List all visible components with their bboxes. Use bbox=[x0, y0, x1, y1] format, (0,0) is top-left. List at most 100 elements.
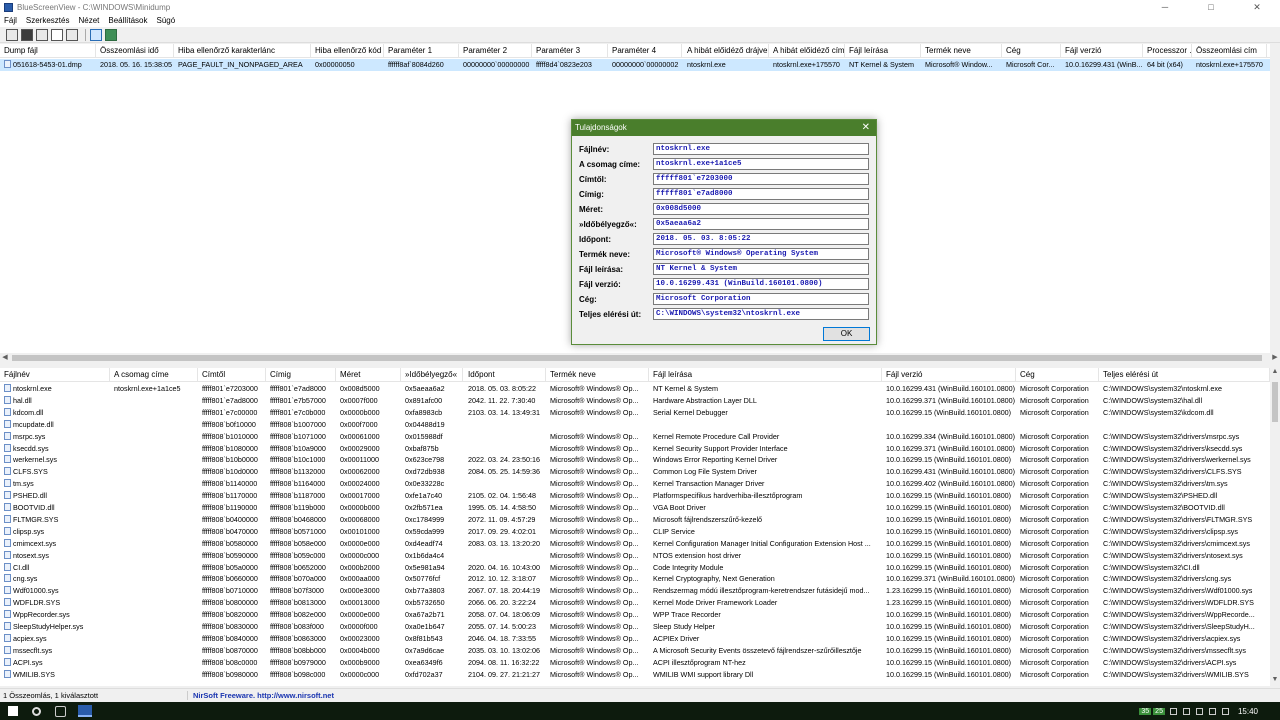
table-row[interactable]: werkernel.sys fffff808`b10b0000 fffff808`b… bbox=[0, 454, 1270, 466]
table-row[interactable]: cng.sys fffff808`b0660000 fffff808`b070a00… bbox=[0, 573, 1270, 585]
table-row[interactable]: ksecdd.sys fffff808`b1080000 fffff808`b10a… bbox=[0, 443, 1270, 455]
table-row[interactable]: BOOTVID.dll fffff808`b1190000 fffff808`b11… bbox=[0, 502, 1270, 514]
field-value[interactable]: NT Kernel & System bbox=[653, 263, 869, 275]
column-header[interactable]: Hiba ellenőrző kód bbox=[311, 44, 384, 58]
table-row[interactable]: mcupdate.dll fffff808`b0f10000 fffff808`b1… bbox=[0, 419, 1270, 431]
table-row[interactable]: tm.sys fffff808`b1140000 fffff808`b1164000… bbox=[0, 478, 1270, 490]
table-row[interactable]: CI.dll fffff808`b05a0000 fffff808`b0652000… bbox=[0, 562, 1270, 574]
column-header[interactable]: Méret bbox=[336, 368, 401, 382]
column-header[interactable]: Cég bbox=[1016, 368, 1099, 382]
table-row[interactable]: WMILIB.SYS fffff808`b0980000 fffff808`b098… bbox=[0, 669, 1270, 681]
column-header[interactable]: Termék neve bbox=[546, 368, 649, 382]
table-row[interactable]: msrpc.sys fffff808`b1010000 fffff808`b1071… bbox=[0, 431, 1270, 443]
copy-icon[interactable] bbox=[51, 28, 63, 41]
minimize-button[interactable]: ─ bbox=[1142, 0, 1188, 14]
table-row[interactable]: acpiex.sys fffff808`b0840000 fffff808`b086… bbox=[0, 633, 1270, 645]
table-row[interactable]: ntoskrnl.exe ntoskrnl.exe+1a1ce5 fffff801`… bbox=[0, 383, 1270, 395]
column-header[interactable]: Fájl leírása bbox=[845, 44, 921, 58]
table-row[interactable]: kdcom.dll fffff801`e7c00000 fffff801`e7c0b… bbox=[0, 407, 1270, 419]
table-row[interactable]: cmimcext.sys fffff808`b0580000 fffff808`b0… bbox=[0, 538, 1270, 550]
find-icon[interactable] bbox=[90, 28, 102, 41]
column-header[interactable]: Ve bbox=[1267, 44, 1270, 58]
search-icon[interactable] bbox=[32, 706, 41, 716]
column-header[interactable]: Fájlnév bbox=[0, 368, 110, 382]
table-row[interactable]: WppRecorder.sys fffff808`b0820000 fffff808… bbox=[0, 609, 1270, 621]
column-header[interactable]: Teljes elérési út bbox=[1099, 368, 1270, 382]
scroll-left-icon[interactable]: ◀ bbox=[0, 353, 10, 363]
column-header[interactable]: A hibát előidéző cím bbox=[769, 44, 845, 58]
field-value[interactable]: ntoskrnl.exe+1a1ce5 bbox=[653, 158, 869, 170]
field-value[interactable]: Microsoft® Windows® Operating System bbox=[653, 248, 869, 260]
table-row[interactable]: mssecflt.sys fffff808`b0870000 fffff808`b0… bbox=[0, 645, 1270, 657]
column-header[interactable]: Paraméter 2 bbox=[459, 44, 532, 58]
scroll-down-icon[interactable]: ▼ bbox=[1270, 676, 1280, 686]
table-row[interactable]: CLFS.SYS fffff808`b10d0000 fffff808`b11320… bbox=[0, 466, 1270, 478]
field-value[interactable]: fffff801`e7ad8000 bbox=[653, 188, 869, 200]
menu-file[interactable]: Fájl bbox=[4, 16, 17, 25]
column-header[interactable]: A csomag címe bbox=[110, 368, 198, 382]
field-value[interactable]: ntoskrnl.exe bbox=[653, 143, 869, 155]
column-header[interactable]: Paraméter 1 bbox=[384, 44, 459, 58]
menu-edit[interactable]: Szerkesztés bbox=[26, 16, 70, 25]
menu-view[interactable]: Nézet bbox=[78, 16, 99, 25]
field-value[interactable]: 10.0.16299.431 (WinBuild.160101.0800) bbox=[653, 278, 869, 290]
bluescreenview-task-icon[interactable] bbox=[78, 705, 92, 717]
scroll-up-icon[interactable]: ▲ bbox=[1270, 368, 1280, 378]
table-row[interactable]: WDFLDR.SYS fffff808`b0800000 fffff808`b081… bbox=[0, 597, 1270, 609]
column-header[interactable]: Dump fájl bbox=[0, 44, 96, 58]
table-row[interactable]: FLTMGR.SYS fffff808`b0400000 fffff808`b046… bbox=[0, 514, 1270, 526]
column-header[interactable]: Processzor ... bbox=[1143, 44, 1192, 58]
field-value[interactable]: 0x5aeaa6a2 bbox=[653, 218, 869, 230]
scroll-thumb[interactable] bbox=[12, 355, 1262, 361]
field-value[interactable]: Microsoft Corporation bbox=[653, 293, 869, 305]
tray-icon[interactable] bbox=[1195, 707, 1203, 715]
column-header[interactable]: Termék neve bbox=[921, 44, 1002, 58]
tray-icon[interactable] bbox=[1182, 707, 1190, 715]
table-row[interactable]: ntosext.sys fffff808`b0590000 fffff808`b05… bbox=[0, 550, 1270, 562]
menu-options[interactable]: Beállítások bbox=[108, 16, 147, 25]
network-icon[interactable] bbox=[1208, 707, 1216, 715]
dialog-close-icon[interactable]: ✕ bbox=[862, 120, 870, 136]
save-icon[interactable] bbox=[21, 28, 33, 41]
column-header[interactable]: Fájl leírása bbox=[649, 368, 882, 382]
table-row[interactable]: Wdf01000.sys fffff808`b0710000 fffff808`b0… bbox=[0, 585, 1270, 597]
maximize-button[interactable]: □ bbox=[1188, 0, 1234, 14]
column-header[interactable]: Összeomlási idő bbox=[96, 44, 174, 58]
column-header[interactable]: Összeomlási cím bbox=[1192, 44, 1267, 58]
properties-icon[interactable] bbox=[36, 28, 48, 41]
table-row[interactable]: PSHED.dll fffff808`b1170000 fffff808`b1187… bbox=[0, 490, 1270, 502]
tray-badge-2[interactable]: 25 bbox=[1153, 707, 1165, 715]
column-header[interactable]: Címig bbox=[266, 368, 336, 382]
windows-start-icon[interactable] bbox=[8, 706, 18, 716]
table-row[interactable]: 051618-5453-01.dmp 2018. 05. 16. 15:38:05… bbox=[0, 59, 1270, 71]
tray-icon[interactable] bbox=[1169, 707, 1177, 715]
field-value[interactable]: fffff801`e7203000 bbox=[653, 173, 869, 185]
ok-button[interactable]: OK bbox=[823, 327, 870, 341]
table-row[interactable]: SleepStudyHelper.sys fffff808`b0830000 fff… bbox=[0, 621, 1270, 633]
field-value[interactable]: C:\WINDOWS\system32\ntoskrnl.exe bbox=[653, 308, 869, 320]
column-header[interactable]: Paraméter 3 bbox=[532, 44, 608, 58]
table-row[interactable]: ACPI.sys fffff808`b08c0000 fffff808`b09790… bbox=[0, 657, 1270, 669]
column-header[interactable]: Időpont bbox=[464, 368, 546, 382]
column-header[interactable]: Fájl verzió bbox=[1061, 44, 1143, 58]
exit-icon[interactable] bbox=[105, 28, 117, 41]
nirsoft-link[interactable]: NirSoft Freeware. http://www.nirsoft.net bbox=[188, 691, 334, 700]
advanced-options-icon[interactable] bbox=[6, 28, 18, 41]
table-row[interactable]: hal.dll fffff801`e7ad8000 fffff801`e7b5700… bbox=[0, 395, 1270, 407]
clock[interactable]: 15:40 bbox=[1238, 707, 1258, 716]
bottom-vertical-scrollbar[interactable]: ▲ ▼ bbox=[1270, 368, 1280, 686]
field-value[interactable]: 2018. 05. 03. 8:05:22 bbox=[653, 233, 869, 245]
column-header[interactable]: Paraméter 4 bbox=[608, 44, 682, 58]
tray-badge-1[interactable]: 35 bbox=[1139, 707, 1152, 715]
top-horizontal-scrollbar[interactable]: ◀ ▶ bbox=[0, 353, 1280, 363]
column-header[interactable]: »Időbélyegző« bbox=[401, 368, 463, 382]
column-header[interactable]: Címtől bbox=[198, 368, 266, 382]
volume-icon[interactable] bbox=[1221, 707, 1229, 715]
scroll-thumb[interactable] bbox=[1272, 382, 1278, 422]
close-button[interactable]: ✕ bbox=[1234, 0, 1280, 14]
menu-help[interactable]: Súgó bbox=[157, 16, 176, 25]
html-report-icon[interactable] bbox=[66, 28, 78, 41]
module-list-pane[interactable]: Fájlnév A csomag címe Címtől Címig Méret »Idő… bbox=[0, 368, 1270, 686]
column-header[interactable]: A hibát előidéző drájver bbox=[683, 44, 769, 58]
field-value[interactable]: 0x008d5000 bbox=[653, 203, 869, 215]
